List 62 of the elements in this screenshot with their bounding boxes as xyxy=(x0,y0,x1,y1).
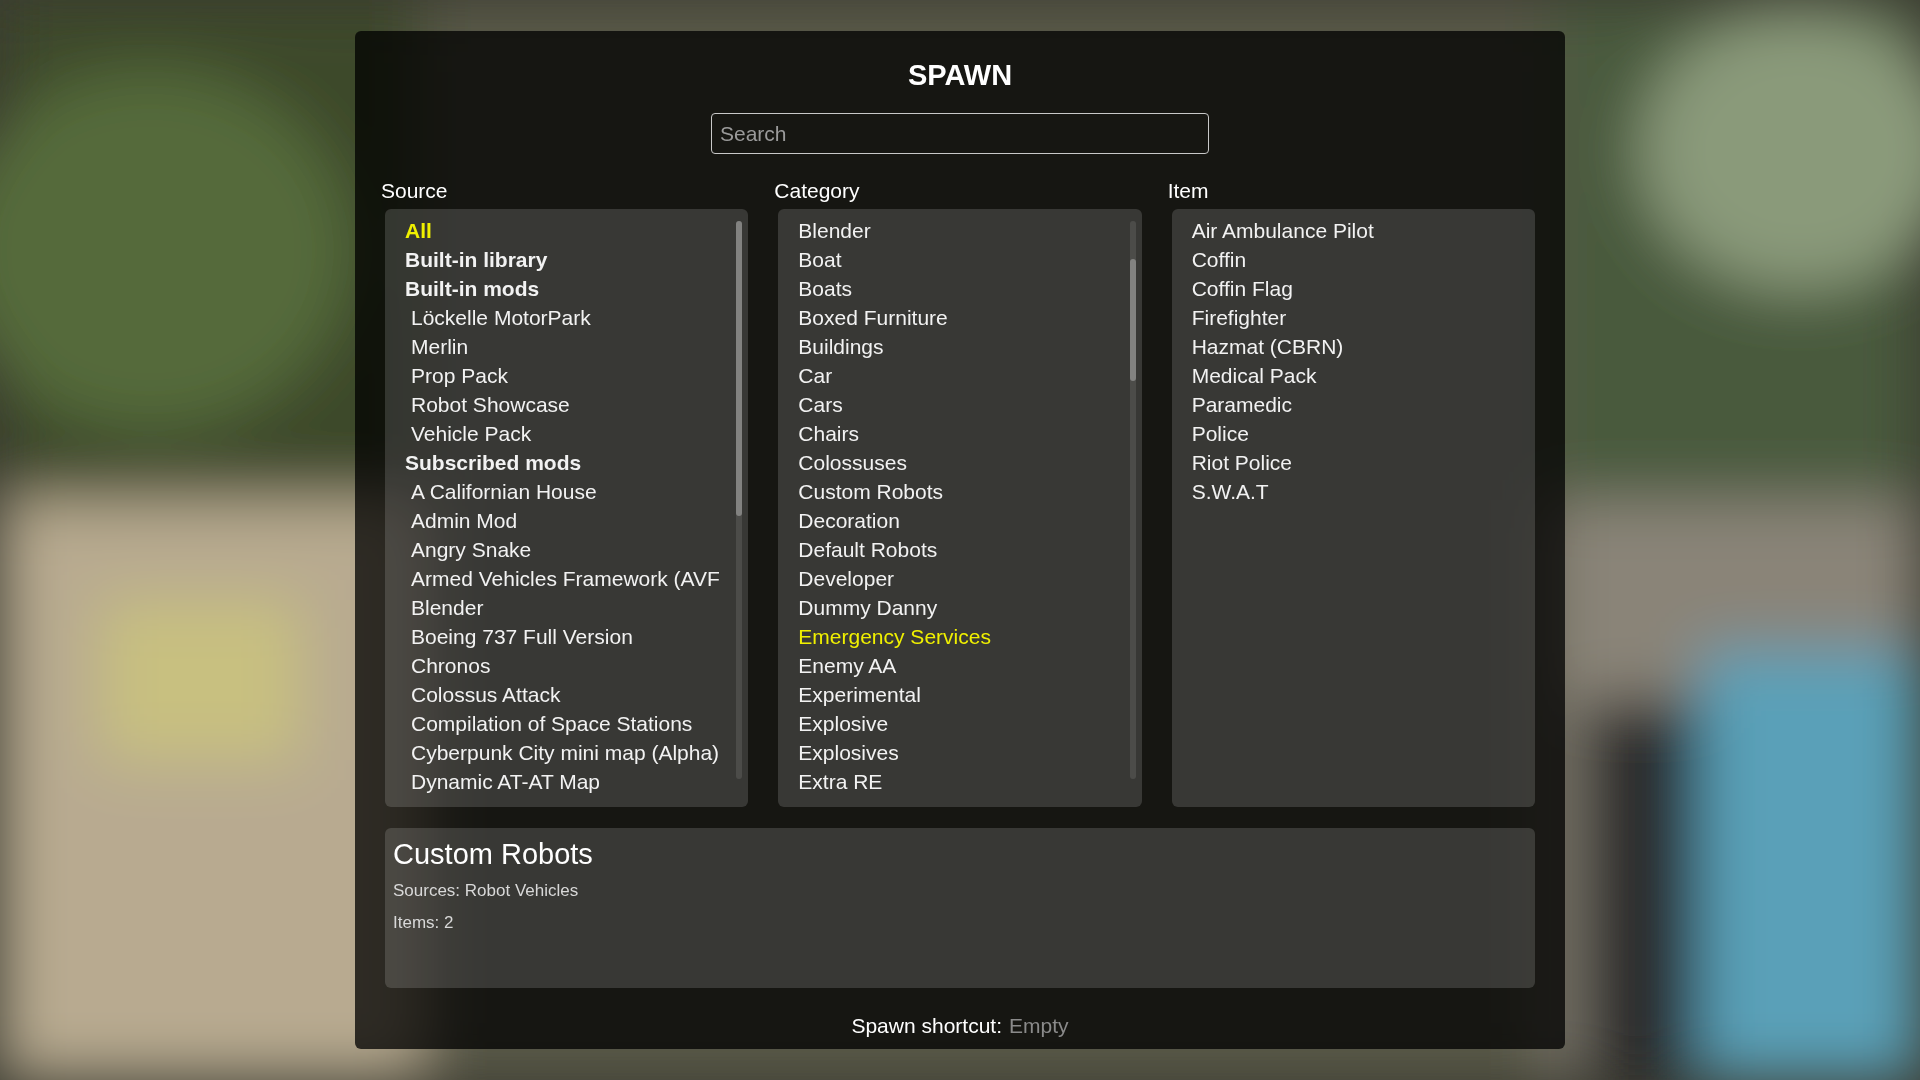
list-item[interactable]: Riot Police xyxy=(1191,448,1293,477)
list-item[interactable]: Firefighter xyxy=(1191,303,1287,332)
list-item[interactable]: Coffin xyxy=(1191,245,1247,274)
list-item[interactable]: Car xyxy=(798,361,833,390)
list-item[interactable]: Default Robots xyxy=(798,535,938,564)
list-item[interactable]: Hazmat (CBRN) xyxy=(1191,332,1344,361)
list-item[interactable]: Extra RE xyxy=(798,767,883,796)
list-item[interactable]: Colossus Attack xyxy=(411,680,561,709)
info-line: Sources: Robot Vehicles xyxy=(393,880,579,902)
list-item[interactable]: Dynamic AT-AT Map xyxy=(411,767,601,796)
list-item[interactable]: Chronos xyxy=(411,651,491,680)
list-item[interactable]: Police xyxy=(1191,419,1249,448)
list-item[interactable]: Cyberpunk City mini map (Alpha) xyxy=(411,738,720,767)
list-item[interactable]: Chairs xyxy=(798,419,859,448)
list-item[interactable]: Cars xyxy=(798,390,843,419)
list-item[interactable]: Blender xyxy=(411,593,484,622)
list-item[interactable]: Built-in library xyxy=(405,245,548,274)
list-item[interactable]: Armed Vehicles Framework (AVF xyxy=(411,564,720,593)
list-item[interactable]: Prop Pack xyxy=(411,361,508,390)
list-item[interactable]: Compilation of Space Stations xyxy=(411,709,693,738)
list-item[interactable]: Built-in mods xyxy=(405,274,540,303)
column-label: Category xyxy=(774,178,860,204)
list-item[interactable]: Emergency Services xyxy=(798,622,991,651)
list-item[interactable]: Merlin xyxy=(411,332,469,361)
scrollbar[interactable] xyxy=(736,221,743,779)
list-item[interactable]: Löckelle MotorPark xyxy=(411,303,591,332)
list-item[interactable]: Buildings xyxy=(798,332,884,361)
list-item[interactable]: Subscribed mods xyxy=(405,448,582,477)
list-item[interactable]: Air Ambulance Pilot xyxy=(1191,216,1374,245)
list-item[interactable]: Medical Pack xyxy=(1191,361,1317,390)
list-item[interactable]: Experimental xyxy=(798,680,921,709)
list-item[interactable]: Dummy Danny xyxy=(798,593,938,622)
list-item[interactable]: Developer xyxy=(798,564,895,593)
list-item[interactable]: Colossuses xyxy=(798,448,907,477)
list-item[interactable]: Paramedic xyxy=(1191,390,1293,419)
list-item[interactable]: A Californian House xyxy=(411,477,597,506)
scrollbar[interactable] xyxy=(1129,221,1136,779)
info-title: Custom Robots xyxy=(393,837,593,872)
list-item[interactable]: Enemy AA xyxy=(798,651,897,680)
list-item[interactable]: S.W.A.T xyxy=(1191,477,1269,506)
list-item[interactable]: Explosives xyxy=(798,738,899,767)
list-item[interactable]: All xyxy=(405,216,432,245)
shortcut-value: Empty xyxy=(1009,1013,1069,1039)
list-item[interactable]: Angry Snake xyxy=(411,535,532,564)
column-label: Item xyxy=(1167,178,1209,204)
list-item[interactable]: Coffin Flag xyxy=(1191,274,1293,303)
list-item[interactable]: Boeing 737 Full Version xyxy=(411,622,633,651)
column-label: Source xyxy=(381,178,448,204)
list-item[interactable]: Blender xyxy=(798,216,871,245)
list-item[interactable]: Decoration xyxy=(798,506,900,535)
list-item[interactable]: Custom Robots xyxy=(798,477,944,506)
list-item[interactable]: Vehicle Pack xyxy=(411,419,532,448)
search-field[interactable]: Search xyxy=(711,113,1209,154)
list-item[interactable]: Boats xyxy=(798,274,853,303)
list-item[interactable]: Admin Mod xyxy=(411,506,518,535)
list-item[interactable]: Explosive xyxy=(798,709,889,738)
list-item[interactable]: Robot Showcase xyxy=(411,390,570,419)
window-title: SPAWN xyxy=(907,58,1013,93)
info-line: Items: 2 xyxy=(393,912,454,934)
list-item[interactable]: Boat xyxy=(798,245,842,274)
shortcut-label: Spawn shortcut: xyxy=(851,1013,1003,1039)
list-item[interactable]: Boxed Furniture xyxy=(798,303,948,332)
